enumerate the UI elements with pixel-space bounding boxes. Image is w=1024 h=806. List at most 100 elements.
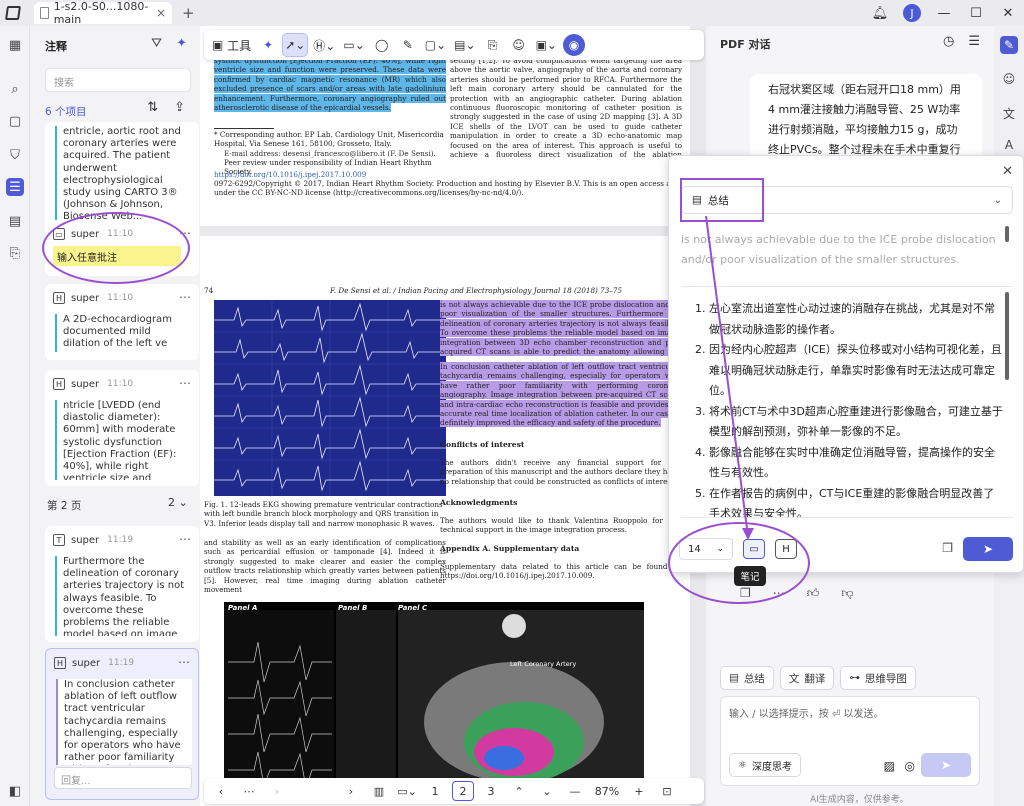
select-tool-icon[interactable]: ➚⌄ [282, 33, 309, 57]
thumbs-down-icon[interactable]: 👎︎ [841, 586, 853, 601]
summary-scrollbar[interactable] [1005, 292, 1009, 380]
page-number-2[interactable]: 2 [452, 781, 474, 801]
translate-button[interactable]: 文翻译 [779, 666, 835, 690]
note-tool-icon[interactable]: ◯ [371, 34, 393, 56]
history-icon[interactable]: ◷ [943, 34, 954, 49]
send-button-disabled[interactable]: ➤ [921, 753, 971, 777]
search-icon[interactable]: ⌕ [6, 80, 24, 98]
add-highlight-icon[interactable]: H [775, 539, 797, 559]
pen-tool-icon[interactable]: ✎ [397, 34, 419, 56]
shape-tool-icon[interactable]: ▢⌄ [423, 34, 448, 56]
tab-close-icon[interactable]: × [156, 6, 166, 20]
bookmark-icon[interactable]: ⛉ [6, 146, 24, 164]
next-page-icon[interactable]: › [266, 781, 288, 801]
more-pages-icon[interactable]: ⋯ [238, 781, 260, 801]
new-tab-icon[interactable]: + [182, 4, 195, 22]
highlighted-text: In conclusion catheter ablation of left … [440, 362, 680, 428]
reading-mode-icon[interactable]: ▥ [368, 781, 390, 801]
close-popup-icon[interactable]: ✕ [1002, 164, 1013, 179]
annotation-card-selected[interactable]: Hsuper 11:19 ⋯ In conclusion catheter abl… [45, 648, 199, 800]
page-number-3[interactable]: 3 [480, 781, 502, 801]
attachment-icon[interactable]: ⎘ [6, 244, 24, 262]
summarize-button[interactable]: ▤ 总结 [720, 666, 774, 690]
toolbox-button[interactable]: ▣ 工具 [210, 34, 253, 56]
sticker-tool-icon[interactable]: ☺ [508, 34, 530, 56]
emoji-icon[interactable]: ☺ [1000, 70, 1018, 88]
chat-input[interactable]: 输入 / 以选择提示，按 ⏎ 以发送。 ⚛ 深度思考 ▨ ◎ ➤ [720, 696, 980, 786]
section-heading: Appendix A. Supplementary data [440, 544, 580, 553]
more-icon[interactable]: ⋯ [179, 376, 191, 390]
stamp-tool-icon[interactable]: ▤⌄ [452, 34, 477, 56]
zoom-out-icon[interactable]: — [564, 781, 586, 801]
thumbs-up-icon[interactable]: 👍︎ [807, 586, 820, 601]
filter-icon[interactable]: ⛛ [151, 36, 162, 51]
form-icon[interactable]: ▤ [6, 212, 24, 230]
chat-mode-icon[interactable]: ✎ [1000, 36, 1018, 54]
zoom-in-icon[interactable]: + [628, 781, 650, 801]
toolbox-icon: ▣ [212, 38, 224, 52]
more-options-icon[interactable]: ⋯ [773, 586, 785, 601]
doi-link[interactable]: https://doi.org/10.1016/j.ipej.2017.10.0… [214, 170, 690, 179]
mode-dropdown[interactable]: ▤ 总结 ⌄ [681, 186, 1013, 214]
layers-icon[interactable]: ◧ [6, 782, 24, 800]
document-viewer[interactable]: systolic dysfunction [Ejection Fraction … [200, 26, 706, 806]
page-number-1[interactable]: 1 [424, 781, 446, 801]
thumbnails-icon[interactable]: ▦ [6, 36, 24, 54]
annotation-card[interactable]: ▭ super 11:10 ⋯ 输入任意批注 [45, 220, 199, 276]
page-navigation-bar: ‹ ⋯ › › ▥ ▭⌄ 1 2 3 ⌃ ⌄ — 87% + ⊡ [204, 778, 704, 804]
annotation-card[interactable]: entricle, aortic root and coronary arter… [45, 122, 199, 236]
mindmap-button[interactable]: ⊶ 思维导图 [840, 666, 916, 690]
page-section-label: 第 2 页 [47, 500, 82, 512]
bell-icon[interactable]: 🔔︎ [864, 0, 896, 26]
prev-page-icon[interactable]: ‹ [210, 781, 232, 801]
more-icon[interactable]: ⋯ [179, 290, 191, 304]
copy-icon[interactable]: ❐ [942, 541, 953, 555]
comments-icon[interactable]: ☰ [6, 178, 24, 196]
screenshot-icon[interactable]: ◎ [905, 759, 915, 773]
sort-icon[interactable]: ⇅ [147, 100, 158, 115]
fit-page-icon[interactable]: ⊡ [656, 781, 678, 801]
font-size-select[interactable]: 14 ⌄ [679, 538, 733, 560]
export-icon[interactable]: ⇪ [174, 100, 185, 115]
present-icon[interactable]: ▭⌄ [396, 781, 418, 801]
translate-icon[interactable]: 文 [1000, 104, 1018, 122]
send-button[interactable]: ➤ [963, 537, 1013, 561]
note-tooltip: 笔记 [734, 566, 766, 586]
collapse-icon[interactable]: › [340, 781, 362, 801]
scroll-down-icon[interactable]: ⌄ [536, 781, 558, 801]
pin-icon[interactable]: ✦ [176, 36, 187, 51]
add-image-icon[interactable]: ▨ [884, 759, 895, 773]
document-tab[interactable]: 1-s2.0-S0...1080-main × [34, 0, 172, 26]
avatar[interactable]: J [896, 0, 928, 26]
deep-think-button[interactable]: ⚛ 深度思考 [729, 753, 801, 777]
scroll-up-icon[interactable]: ⌃ [508, 781, 530, 801]
page-section-toggle[interactable]: 2 ⌄ [168, 496, 188, 509]
maximize-icon[interactable]: ☐ [960, 0, 992, 26]
more-icon[interactable]: ⋯ [178, 655, 190, 669]
attach-tool-icon[interactable]: ⎘ [482, 34, 504, 56]
zoom-level[interactable]: 87% [592, 785, 622, 798]
signature-tool-icon[interactable]: ▣⌄ [534, 34, 559, 56]
file-icon [40, 7, 49, 19]
minimize-icon[interactable]: — [928, 0, 960, 26]
sticky-note-text[interactable]: 输入任意批注 [53, 246, 181, 266]
add-note-icon[interactable]: ▭ [743, 539, 765, 559]
highlight-tool-icon[interactable]: Ⓗ⌄ [311, 34, 337, 56]
comment-tool-icon[interactable]: ▭⌄ [341, 34, 366, 56]
close-window-icon[interactable]: ✕ [992, 0, 1024, 26]
reply-input[interactable]: 回复... [54, 767, 192, 789]
annotation-search-input[interactable]: 搜索 [45, 68, 191, 92]
settings-icon[interactable]: ☰ [968, 34, 980, 49]
annotation-card[interactable]: Hsuper 11:10 ⋯ ntricle [LVEDD (end diasto… [45, 370, 199, 486]
more-icon[interactable]: ⋯ [179, 226, 191, 240]
source-scrollbar[interactable] [1005, 226, 1009, 242]
more-icon[interactable]: ⋯ [179, 532, 191, 546]
comment-icon: ▭ [53, 228, 65, 240]
grammar-icon[interactable]: A [1000, 136, 1018, 154]
annotation-card[interactable]: Hsuper 11:10 ⋯ A 2D-echocardiogram docume… [45, 284, 199, 360]
ai-sparkle-icon[interactable]: ✦ [257, 34, 279, 56]
annotation-card[interactable]: Tsuper 11:19 ⋯ Furthermore the delineatio… [45, 526, 199, 642]
copy-icon[interactable]: ❐ [740, 586, 751, 601]
ai-assistant-icon[interactable]: ◉ [562, 34, 585, 56]
page-icon[interactable]: ▢ [6, 112, 24, 130]
